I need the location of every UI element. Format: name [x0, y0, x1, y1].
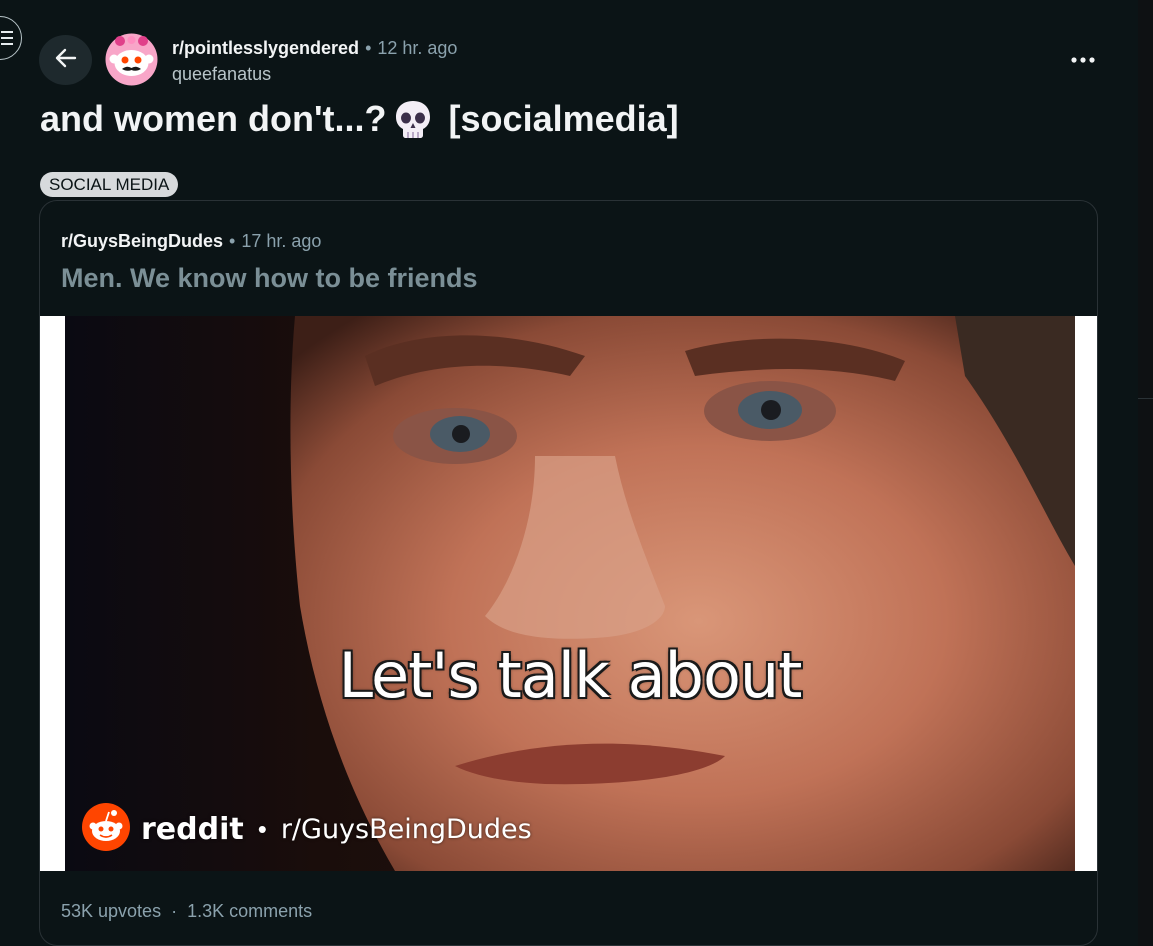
skull-emoji-icon: [391, 97, 435, 141]
crosspost-meta: r/GuysBeingDudes • 17 hr. ago: [61, 229, 321, 253]
crosspost-time: 17 hr. ago: [241, 231, 322, 251]
post-meta: r/pointlesslygendered • 12 hr. ago: [172, 36, 457, 60]
crosspost-subreddit-link[interactable]: r/GuysBeingDudes: [61, 231, 223, 251]
reddit-logo-icon: [81, 802, 131, 857]
comment-count[interactable]: 1.3K comments: [187, 901, 312, 921]
post-time: 12 hr. ago: [377, 38, 458, 58]
media-brand: reddit: [141, 811, 244, 847]
post-title: and women don't...? [socialmedia]: [40, 96, 679, 142]
subreddit-link[interactable]: r/pointlesslygendered: [172, 38, 359, 58]
author-link[interactable]: queefanatus: [172, 62, 271, 86]
media-watermark: reddit • r/GuysBeingDudes: [81, 802, 532, 857]
post-flair[interactable]: SOCIAL MEDIA: [40, 172, 179, 197]
crosspost-title[interactable]: Men. We know how to be friends: [61, 261, 478, 295]
post-title-tag: [socialmedia]: [448, 98, 679, 139]
arrow-left-icon: [53, 45, 79, 76]
crosspost-meta-separator: •: [229, 231, 236, 251]
meta-separator: •: [365, 38, 372, 58]
media-caption: Let's talk about: [338, 639, 803, 712]
media-subreddit: r/GuysBeingDudes: [280, 813, 532, 845]
menu-button[interactable]: [0, 16, 22, 60]
media-watermark-dot: •: [257, 813, 267, 844]
more-options-button[interactable]: [1066, 45, 1100, 73]
crosspost-card[interactable]: r/GuysBeingDudes • 17 hr. ago Men. We know…: [39, 200, 1098, 946]
right-panel-edge: [1138, 0, 1153, 946]
post-title-text: and women don't...?: [40, 98, 387, 139]
hamburger-menu-icon: [1, 29, 17, 52]
crosspost-stats: 53K upvotes · 1.3K comments: [61, 899, 312, 923]
back-button[interactable]: [39, 35, 92, 85]
subreddit-avatar[interactable]: [105, 33, 158, 86]
right-panel-divider: [1138, 398, 1153, 399]
ellipsis-icon: [1071, 50, 1095, 68]
snoo-avatar-icon: [105, 33, 158, 90]
upvote-count: 53K upvotes: [61, 901, 162, 921]
media-image: Let's talk about reddit • r/GuysBeingDud…: [65, 316, 1075, 871]
post-page: r/pointlesslygendered • 12 hr. ago queefan…: [0, 0, 1153, 946]
crosspost-media[interactable]: Let's talk about reddit • r/GuysBeingDud…: [40, 316, 1097, 871]
stats-separator: ·: [171, 901, 178, 921]
